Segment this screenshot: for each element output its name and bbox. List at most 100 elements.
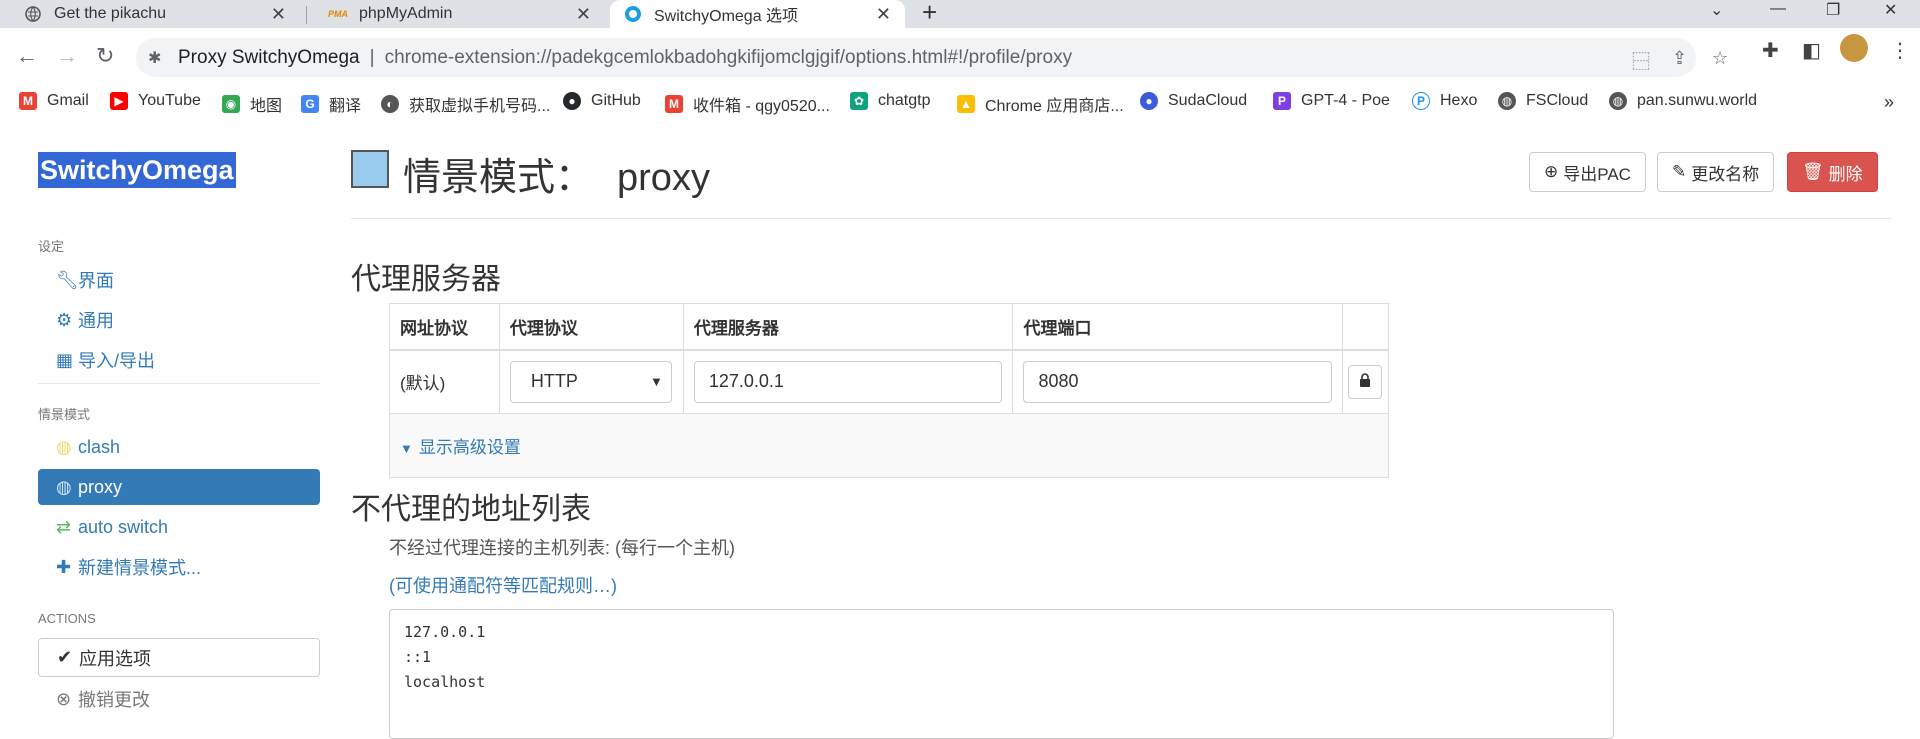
bookmark-chrome-webstore[interactable]: ▲ Chrome 应用商店... bbox=[957, 92, 1124, 116]
bookmark-label: 收件箱 - qgy0520... bbox=[693, 98, 830, 115]
sidebar-item-clash[interactable]: ◍ clash bbox=[38, 429, 320, 465]
switchyomega-icon bbox=[624, 5, 642, 23]
tab-switchyomega-options[interactable]: SwitchyOmega 选项 ✕ bbox=[610, 0, 905, 28]
sidebar-item-interface[interactable]: 🔧︎ 界面 bbox=[38, 262, 320, 298]
sidebar-item-label: proxy bbox=[78, 476, 123, 497]
extensions-puzzle-icon[interactable]: ✚ bbox=[1762, 38, 1779, 63]
actions-header: ACTIONS bbox=[38, 611, 96, 626]
tab-phpmyadmin[interactable]: PMA phpMyAdmin ✕ bbox=[305, 0, 605, 28]
protocol-value: HTTP bbox=[530, 371, 578, 392]
port-cell: 8080 bbox=[1012, 349, 1343, 414]
back-arrow-icon[interactable]: ← bbox=[16, 43, 38, 69]
bookmark-youtube[interactable]: ▶ YouTube bbox=[110, 92, 201, 110]
wildcard-rules-link[interactable]: (可使用通配符等匹配规则…) bbox=[389, 572, 617, 598]
tab-title: Get the pikachu bbox=[54, 5, 167, 22]
close-window-icon[interactable]: ✕ bbox=[1884, 0, 1897, 20]
sidebar-item-label: 新建情景模式... bbox=[78, 558, 202, 578]
youtube-icon: ▶ bbox=[110, 92, 128, 110]
restore-icon[interactable]: ❐ bbox=[1826, 0, 1840, 20]
side-panel-icon[interactable]: ◧ bbox=[1802, 38, 1821, 63]
bookmark-label: YouTube bbox=[138, 92, 201, 109]
bookmark-label: FSCloud bbox=[1526, 92, 1589, 109]
forward-arrow-icon[interactable]: → bbox=[56, 43, 78, 69]
sidebar-item-new-profile[interactable]: ✚ 新建情景模式... bbox=[38, 549, 320, 585]
profiles-header: 情景模式 bbox=[38, 407, 91, 422]
bookmark-gmail[interactable]: M Gmail bbox=[19, 92, 89, 110]
address-bar[interactable]: ✱ Proxy SwitchyOmega | chrome-extension:… bbox=[136, 38, 1696, 77]
globe-icon: ◍ bbox=[1498, 92, 1516, 110]
gear-icon: ⚙ bbox=[56, 309, 73, 330]
proxy-server-input[interactable]: 127.0.0.1 bbox=[693, 360, 1003, 403]
chevron-down-icon: ▼ bbox=[400, 441, 413, 456]
bookmark-fscloud[interactable]: ◍ FSCloud bbox=[1498, 92, 1588, 110]
sidebar-item-proxy[interactable]: ◍ proxy bbox=[38, 469, 320, 505]
close-icon[interactable]: ✕ bbox=[576, 4, 591, 25]
bookmark-pan-sunwu[interactable]: ◍ pan.sunwu.world bbox=[1609, 92, 1757, 110]
browser-toolbar: ← → ↻ ✱ Proxy SwitchyOmega | chrome-exte… bbox=[0, 28, 1920, 88]
bookmark-label: GitHub bbox=[591, 92, 641, 109]
bookmark-maps[interactable]: ◉ 地图 bbox=[222, 92, 282, 116]
discard-changes-label: 撤销更改 bbox=[78, 690, 150, 710]
bookmark-hexo[interactable]: P Hexo bbox=[1412, 92, 1477, 110]
sidebar-item-auto-switch[interactable]: ⇄ auto switch bbox=[38, 509, 320, 545]
gmail-icon: M bbox=[19, 92, 37, 110]
pma-icon: PMA bbox=[328, 9, 348, 19]
proxy-port-input[interactable]: 8080 bbox=[1023, 360, 1332, 403]
phone-icon: ◐ bbox=[381, 95, 399, 113]
apply-options-button[interactable]: ✔ 应用选项 bbox=[38, 638, 320, 677]
tab-search-chevron-icon[interactable]: ⌄ bbox=[1710, 0, 1723, 20]
sidebar-item-general[interactable]: ⚙ 通用 bbox=[38, 302, 320, 338]
sidebar-item-label: 导入/导出 bbox=[78, 351, 156, 371]
export-pac-button[interactable]: ⊕ 导出PAC bbox=[1529, 152, 1646, 192]
bookmark-github[interactable]: ● GitHub bbox=[563, 92, 641, 110]
bookmark-translate[interactable]: G 翻译 bbox=[301, 92, 361, 116]
switch-icon: ⇄ bbox=[56, 516, 72, 537]
bookmark-chatgtp[interactable]: ✿ chatgtp bbox=[850, 92, 930, 110]
menu-kebab-icon[interactable]: ⋮ bbox=[1890, 38, 1910, 63]
globe-icon: ◍ bbox=[56, 436, 72, 457]
plus-icon: ✚ bbox=[56, 556, 72, 577]
bypass-help-text: 不经过代理连接的主机列表: (每行一个主机) bbox=[389, 538, 735, 558]
column-header: 代理协议 bbox=[498, 303, 684, 351]
delete-button[interactable]: 🗑︎ 删除 bbox=[1787, 152, 1878, 192]
profile-color-swatch[interactable] bbox=[351, 150, 389, 188]
sidebar-item-import-export[interactable]: ▦ 导入/导出 bbox=[38, 342, 320, 378]
close-icon[interactable]: ✕ bbox=[271, 4, 286, 25]
auth-lock-button[interactable] bbox=[1348, 364, 1383, 399]
tab-strip: Get the pikachu ✕ PMA phpMyAdmin ✕ Switc… bbox=[0, 0, 1920, 28]
bookmark-sudacloud[interactable]: ● SudaCloud bbox=[1140, 92, 1247, 110]
globe-icon: ◍ bbox=[1609, 92, 1627, 110]
bookmark-label: Chrome 应用商店... bbox=[985, 98, 1124, 115]
delete-label: 删除 bbox=[1828, 164, 1863, 184]
bookmark-poe[interactable]: P GPT-4 - Poe bbox=[1273, 92, 1390, 110]
discard-changes-button[interactable]: ⊗ 撤销更改 bbox=[38, 681, 150, 717]
close-icon[interactable]: ✕ bbox=[876, 4, 891, 25]
translate-icon[interactable]: ⿱ bbox=[1632, 48, 1650, 74]
advanced-settings-cell: ▼ 显示高级设置 bbox=[389, 413, 1389, 478]
minimize-icon[interactable]: — bbox=[1770, 0, 1786, 18]
rename-button[interactable]: ✎ 更改名称 bbox=[1657, 152, 1775, 192]
reload-icon[interactable]: ↻ bbox=[96, 43, 114, 69]
protocol-cell: HTTP ▼ bbox=[498, 349, 684, 414]
globe-icon bbox=[24, 5, 42, 23]
url-text: chrome-extension://padekgcemlokbadohgkif… bbox=[384, 46, 1073, 68]
globe-icon: ◍ bbox=[56, 476, 72, 497]
brand-logo[interactable]: SwitchyOmega bbox=[38, 152, 236, 188]
bookmark-virtual-phone[interactable]: ◐ 获取虚拟手机号码... bbox=[381, 92, 550, 116]
sidebar-item-label: auto switch bbox=[78, 516, 169, 537]
new-tab-plus-icon[interactable]: + bbox=[922, 0, 937, 25]
tab-get-the-pikachu[interactable]: Get the pikachu ✕ bbox=[0, 0, 300, 28]
show-advanced-link[interactable]: ▼ 显示高级设置 bbox=[400, 438, 521, 457]
share-icon[interactable]: ⇪ bbox=[1672, 48, 1687, 69]
more-bookmarks-chevron[interactable]: » bbox=[1884, 92, 1894, 113]
bookmark-inbox[interactable]: M 收件箱 - qgy0520... bbox=[665, 92, 830, 116]
openai-icon: ✿ bbox=[850, 92, 868, 110]
column-header: 代理服务器 bbox=[682, 303, 1014, 351]
protocol-select[interactable]: HTTP ▼ bbox=[509, 360, 672, 403]
avatar[interactable] bbox=[1840, 34, 1868, 62]
proxy-servers-table: 网址协议 代理协议 代理服务器 代理端口 (默认) HTTP ▼ 127.0.0… bbox=[389, 303, 1390, 478]
auth-cell bbox=[1341, 349, 1390, 414]
bypass-list-textarea[interactable]: 127.0.0.1 ::1 localhost bbox=[389, 609, 1614, 739]
bookmark-star-icon[interactable]: ☆ bbox=[1712, 48, 1728, 69]
bookmark-label: 翻译 bbox=[329, 98, 362, 115]
